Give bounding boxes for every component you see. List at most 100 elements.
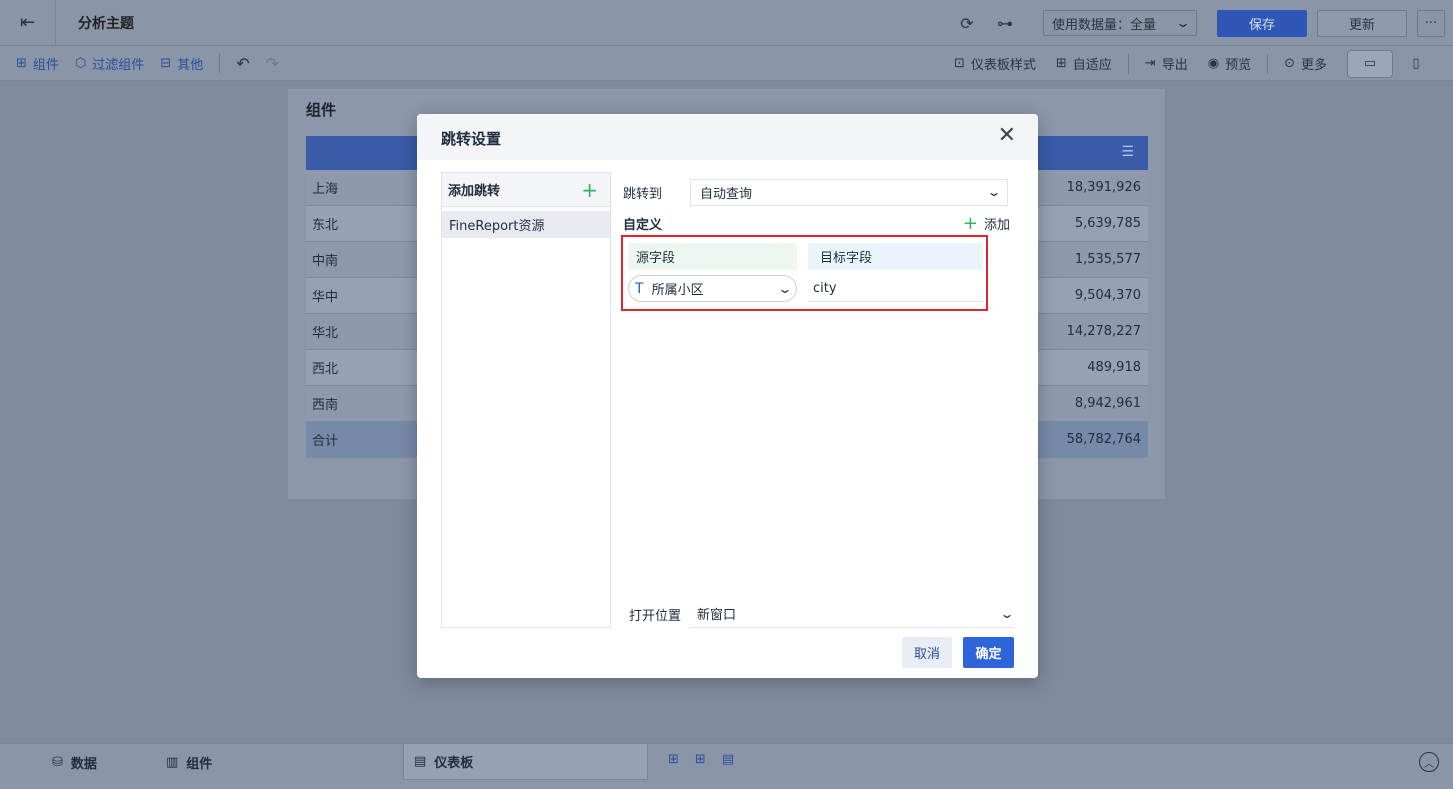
export-label: 导出 bbox=[1161, 58, 1188, 73]
chart-icon: ▥ bbox=[166, 754, 179, 770]
row-value: 8,942,961 bbox=[1074, 396, 1141, 411]
other-icon: ⊟ bbox=[160, 55, 172, 71]
other-button[interactable]: ⊟ 其他 bbox=[160, 54, 203, 73]
source-field-header: 源字段 bbox=[628, 243, 797, 270]
jump-list-item[interactable]: FineReport资源 bbox=[442, 211, 610, 238]
open-position-select[interactable]: 新窗口 ⌄ bbox=[690, 601, 1015, 628]
row-name: 东北 bbox=[312, 218, 339, 233]
dashboard-style-button[interactable]: ⊡ 仪表板样式 bbox=[954, 54, 1036, 73]
row-name: 中南 bbox=[312, 254, 339, 269]
row-name: 华北 bbox=[312, 326, 339, 341]
toolbar: ⊞ 组件 ⬡ 过滤组件 ⊟ 其他 ↶ ↷ ⊡ 仪表板样式 ⊞ 自适应 ⇥ 导出 … bbox=[0, 46, 1453, 81]
add-jump-label: 添加跳转 bbox=[448, 184, 501, 199]
dialog-header: 跳转设置 ✕ bbox=[417, 114, 1038, 160]
more-circle-icon: ⊙ bbox=[1284, 56, 1295, 71]
open-position-value: 新窗口 bbox=[697, 608, 737, 623]
more-button[interactable]: ⊙ 更多 bbox=[1284, 54, 1327, 73]
close-icon[interactable]: ✕ bbox=[998, 124, 1016, 148]
top-bar: ⇤ 分析主题 ⟳ ⊶ 使用数据量：全量 ⌄ 保存 更新 ··· bbox=[0, 0, 1453, 46]
desktop-icon[interactable]: ▭ bbox=[1347, 49, 1393, 78]
row-name: 西北 bbox=[312, 362, 339, 377]
jump-to-select[interactable]: 自动查询 ⌄ bbox=[690, 178, 1008, 206]
row-name: 上海 bbox=[312, 182, 339, 197]
adapt-icon: ⊞ bbox=[1055, 56, 1067, 71]
filter-cube-icon: ⬡ bbox=[74, 55, 87, 71]
tab-dashboard-label: 仪表板 bbox=[434, 756, 474, 771]
panel-title: 组件 bbox=[306, 101, 337, 119]
style-icon: ⊡ bbox=[953, 56, 965, 71]
row-value: 9,504,370 bbox=[1074, 288, 1141, 303]
tab-component-label: 组件 bbox=[186, 756, 213, 772]
filter-component-label: 过滤组件 bbox=[92, 57, 145, 73]
chevron-down-icon: ⌄ bbox=[1175, 16, 1191, 30]
lineage-icon[interactable]: ⊶ bbox=[993, 11, 1017, 35]
field-mapping-box: 源字段 目标字段 T 所属小区 ⌄ city bbox=[621, 235, 988, 311]
row-value: 14,278,227 bbox=[1066, 324, 1141, 339]
add-story-icon[interactable]: ⊞ bbox=[695, 752, 706, 767]
jump-list: 添加跳转 + FineReport资源 bbox=[441, 172, 611, 628]
page-title: 分析主题 bbox=[78, 15, 134, 32]
mobile-icon[interactable]: ▯ bbox=[1393, 50, 1439, 78]
row-name: 华中 bbox=[312, 290, 339, 305]
custom-row: 自定义 + 添加 bbox=[623, 213, 1010, 234]
tab-data[interactable]: ⛁ 数据 bbox=[52, 744, 97, 780]
data-usage-label: 使用数据量：全量 bbox=[1052, 17, 1157, 33]
cancel-button[interactable]: 取消 bbox=[902, 637, 952, 668]
export-icon: ⇥ bbox=[1144, 56, 1156, 71]
open-position-row: 打开位置 新窗口 ⌄ bbox=[629, 600, 1015, 628]
other-label: 其他 bbox=[177, 57, 204, 73]
save-button[interactable]: 保存 bbox=[1217, 9, 1307, 37]
row-name: 西南 bbox=[312, 398, 339, 413]
undo-icon[interactable]: ↶ bbox=[236, 54, 249, 73]
source-field-content: T 所属小区 bbox=[635, 279, 704, 299]
export-button[interactable]: ⇥ 导出 bbox=[1145, 54, 1188, 73]
adapt-button[interactable]: ⊞ 自适应 bbox=[1056, 54, 1112, 73]
component-icon: ⊞ bbox=[16, 55, 27, 71]
row-value: 18,391,926 bbox=[1066, 180, 1141, 195]
dialog-title: 跳转设置 bbox=[441, 130, 502, 148]
add-component-label: 组件 bbox=[32, 57, 59, 73]
chevron-up-icon[interactable]: ︿ bbox=[1419, 752, 1439, 772]
divider bbox=[1267, 53, 1269, 74]
adapt-label: 自适应 bbox=[1072, 58, 1112, 73]
preview-button[interactable]: ◉ 预览 bbox=[1208, 54, 1251, 73]
jump-settings-dialog: 跳转设置 ✕ 添加跳转 + FineReport资源 跳转到 自动查询 ⌄ 自定… bbox=[417, 114, 1038, 678]
tab-data-label: 数据 bbox=[70, 756, 97, 772]
device-switch: ▭ ▯ bbox=[1347, 49, 1439, 78]
chevron-down-icon: ⌄ bbox=[986, 185, 1002, 199]
update-button[interactable]: 更新 bbox=[1317, 9, 1407, 37]
row-value: 58,782,764 bbox=[1066, 432, 1141, 447]
row-value: 1,535,577 bbox=[1074, 252, 1141, 267]
data-usage-select[interactable]: 使用数据量：全量 ⌄ bbox=[1043, 10, 1197, 36]
source-field-select[interactable]: T 所属小区 ⌄ bbox=[628, 275, 797, 302]
add-component-button[interactable]: ⊞ 组件 bbox=[16, 54, 59, 73]
preview-label: 预览 bbox=[1225, 58, 1252, 73]
add-report-icon[interactable]: ▤ bbox=[722, 752, 734, 767]
text-type-icon: T bbox=[635, 280, 644, 297]
eye-icon: ◉ bbox=[1207, 56, 1220, 71]
refresh-icon[interactable]: ⟳ bbox=[955, 11, 979, 35]
sort-icon[interactable]: ☰ bbox=[1121, 144, 1134, 160]
dashboard-icon: ▤ bbox=[414, 754, 427, 769]
plus-icon: + bbox=[962, 212, 978, 234]
tab-component[interactable]: ▥ 组件 bbox=[166, 744, 212, 780]
target-field-input[interactable]: city bbox=[808, 275, 983, 302]
add-dashboard-icon[interactable]: ⊞ bbox=[668, 752, 679, 767]
more-label: 更多 bbox=[1300, 58, 1327, 73]
chevron-down-icon: ⌄ bbox=[777, 281, 793, 296]
tab-dashboard[interactable]: ▤ 仪表板 bbox=[403, 744, 648, 780]
target-field-header: 目标字段 bbox=[808, 243, 983, 270]
redo-icon[interactable]: ↷ bbox=[266, 54, 279, 73]
open-position-label: 打开位置 bbox=[629, 608, 682, 624]
dashboard-style-label: 仪表板样式 bbox=[970, 58, 1036, 73]
add-mapping-button[interactable]: + 添加 bbox=[963, 213, 1010, 234]
plus-icon[interactable]: + bbox=[581, 178, 598, 202]
add-tab-icons: ⊞ ⊞ ▤ bbox=[668, 752, 734, 767]
more-options-button[interactable]: ··· bbox=[1417, 9, 1445, 37]
confirm-button[interactable]: 确定 bbox=[963, 637, 1014, 668]
chevron-down-icon: ⌄ bbox=[999, 606, 1015, 621]
row-value: 5,639,785 bbox=[1074, 216, 1141, 231]
jump-to-label: 跳转到 bbox=[623, 186, 663, 202]
filter-component-button[interactable]: ⬡ 过滤组件 bbox=[75, 54, 144, 73]
exit-icon[interactable]: ⇤ bbox=[0, 0, 56, 46]
